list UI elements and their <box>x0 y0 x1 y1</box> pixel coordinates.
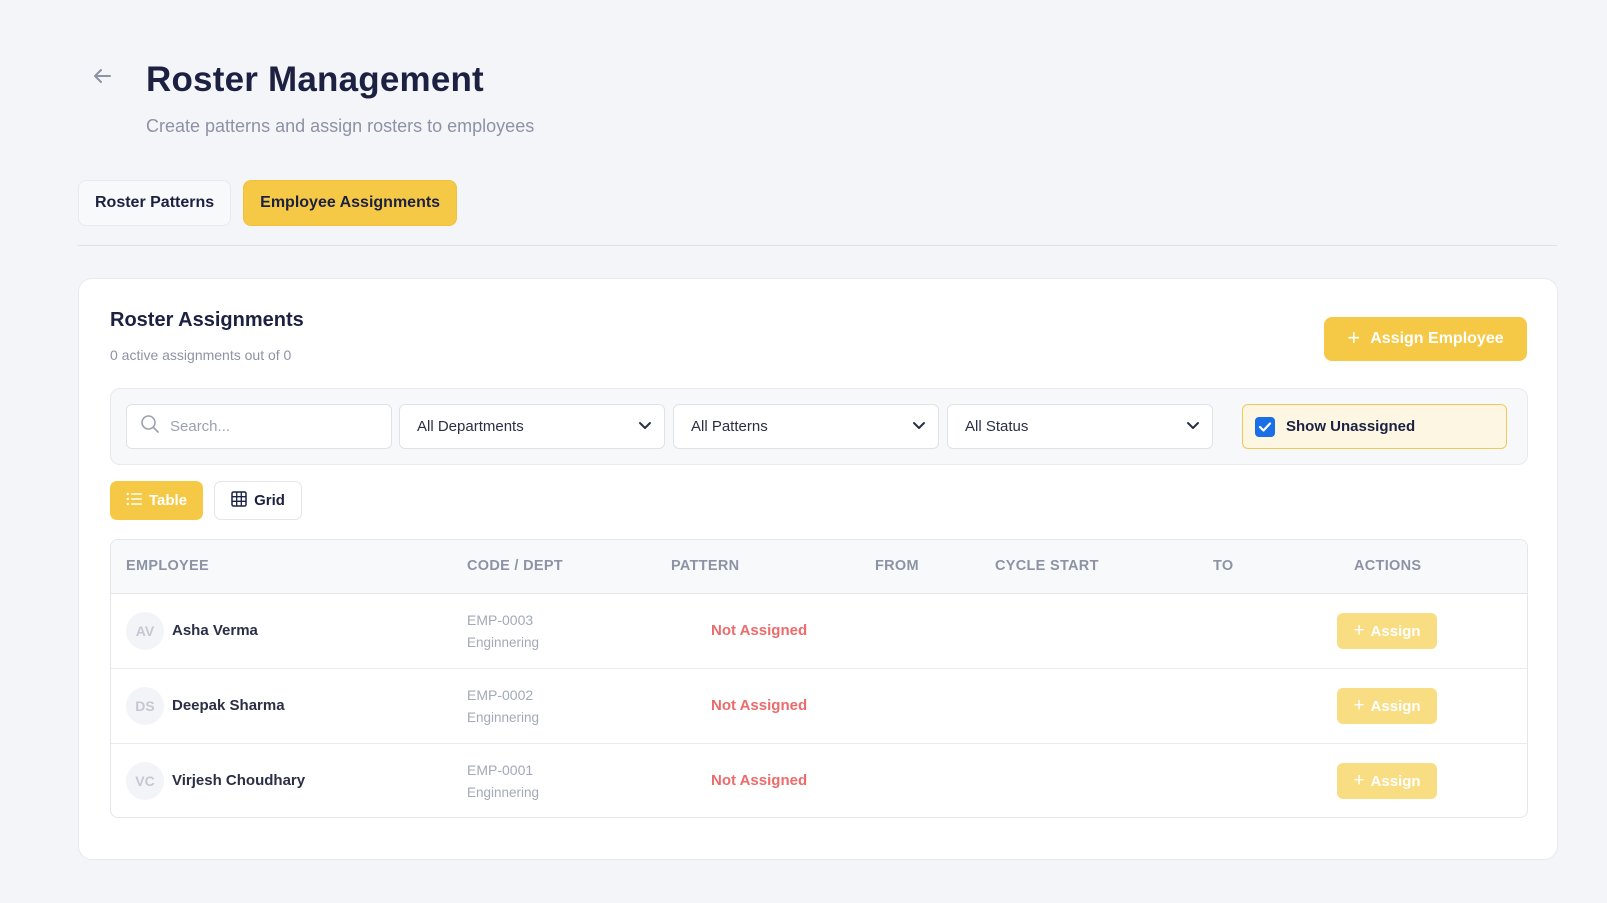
assign-button[interactable]: + Assign <box>1337 688 1437 724</box>
tab-divider <box>78 245 1557 246</box>
grid-icon <box>231 490 247 511</box>
assign-employee-label: Assign Employee <box>1370 330 1504 347</box>
status-select[interactable]: All Status <box>947 404 1213 449</box>
column-header-from: FROM <box>875 558 919 574</box>
grid-view-button[interactable]: Grid <box>214 481 302 520</box>
roster-assignments-card: Roster Assignments 0 active assignments … <box>78 278 1558 860</box>
table-view-label: Table <box>149 492 188 509</box>
employee-name: Deepak Sharma <box>172 697 285 714</box>
department-select-value: All Departments <box>417 418 524 435</box>
pattern-status: Not Assigned <box>711 622 808 639</box>
column-header-employee: EMPLOYEE <box>126 558 209 574</box>
department-select[interactable]: All Departments <box>399 404 665 449</box>
filter-bar: All Departments All Patterns All Status <box>110 388 1528 465</box>
table-row: DS Deepak Sharma EMP-0002 Enginnering No… <box>111 669 1527 744</box>
search-box[interactable] <box>126 404 392 449</box>
search-icon <box>140 414 160 439</box>
table-row: AV Asha Verma EMP-0003 Enginnering Not A… <box>111 594 1527 669</box>
plus-icon: + <box>1353 694 1365 716</box>
employee-code: EMP-0001 <box>467 762 534 778</box>
table-row: VC Virjesh Choudhary EMP-0001 Enginnerin… <box>111 744 1527 817</box>
show-unassigned-checkbox[interactable] <box>1255 416 1275 437</box>
plus-icon: + <box>1353 769 1365 791</box>
employee-code: EMP-0002 <box>467 687 534 703</box>
view-toggle: Table Grid <box>110 481 302 520</box>
list-icon <box>126 492 142 510</box>
assign-button-label: Assign <box>1370 697 1421 715</box>
avatar: DS <box>126 687 164 725</box>
checkmark-icon <box>1258 421 1272 432</box>
pattern-select-value: All Patterns <box>691 418 768 435</box>
avatar: VC <box>126 762 164 800</box>
column-header-cycle-start: CYCLE START <box>995 558 1099 574</box>
assign-button-label: Assign <box>1370 622 1421 640</box>
table-view-button[interactable]: Table <box>110 481 204 520</box>
avatar: AV <box>126 612 164 650</box>
employee-dept: Enginnering <box>467 635 540 650</box>
column-header-code-dept: CODE / DEPT <box>467 558 563 574</box>
page-title: Roster Management <box>146 60 484 99</box>
show-unassigned-toggle[interactable]: Show Unassigned <box>1242 404 1507 449</box>
chevron-down-icon <box>1186 418 1200 435</box>
column-header-to: TO <box>1213 558 1234 574</box>
pattern-status: Not Assigned <box>711 772 808 789</box>
tab-employee-assignments[interactable]: Employee Assignments <box>243 180 458 226</box>
card-subtitle: 0 active assignments out of 0 <box>110 347 292 363</box>
page: Roster Management Create patterns and as… <box>0 0 1607 903</box>
assignments-table: EMPLOYEE CODE / DEPT PATTERN FROM CYCLE … <box>110 539 1528 818</box>
employee-name: Virjesh Choudhary <box>172 772 306 789</box>
assign-button-label: Assign <box>1370 772 1421 790</box>
table-header: EMPLOYEE CODE / DEPT PATTERN FROM CYCLE … <box>111 540 1527 594</box>
search-input[interactable] <box>170 418 370 435</box>
employee-dept: Enginnering <box>467 785 540 800</box>
plus-icon: + <box>1347 325 1361 350</box>
tab-bar: Roster Patterns Employee Assignments <box>78 180 458 226</box>
pattern-select[interactable]: All Patterns <box>673 404 939 449</box>
assign-button[interactable]: + Assign <box>1337 763 1437 799</box>
show-unassigned-label: Show Unassigned <box>1286 418 1416 435</box>
pattern-status: Not Assigned <box>711 697 808 714</box>
card-title: Roster Assignments <box>110 309 304 331</box>
page-subtitle: Create patterns and assign rosters to em… <box>146 116 535 136</box>
plus-icon: + <box>1353 619 1365 641</box>
employee-dept: Enginnering <box>467 710 540 725</box>
column-header-actions: ACTIONS <box>1354 558 1422 574</box>
employee-code: EMP-0003 <box>467 612 534 628</box>
grid-view-label: Grid <box>254 492 285 509</box>
chevron-down-icon <box>912 418 926 435</box>
employee-name: Asha Verma <box>172 622 258 639</box>
chevron-down-icon <box>638 418 652 435</box>
column-header-pattern: PATTERN <box>671 558 740 574</box>
assign-employee-button[interactable]: + Assign Employee <box>1324 317 1527 361</box>
status-select-value: All Status <box>965 418 1029 435</box>
back-arrow-icon[interactable] <box>90 64 114 88</box>
tab-roster-patterns[interactable]: Roster Patterns <box>78 180 232 226</box>
assign-button[interactable]: + Assign <box>1337 613 1437 649</box>
